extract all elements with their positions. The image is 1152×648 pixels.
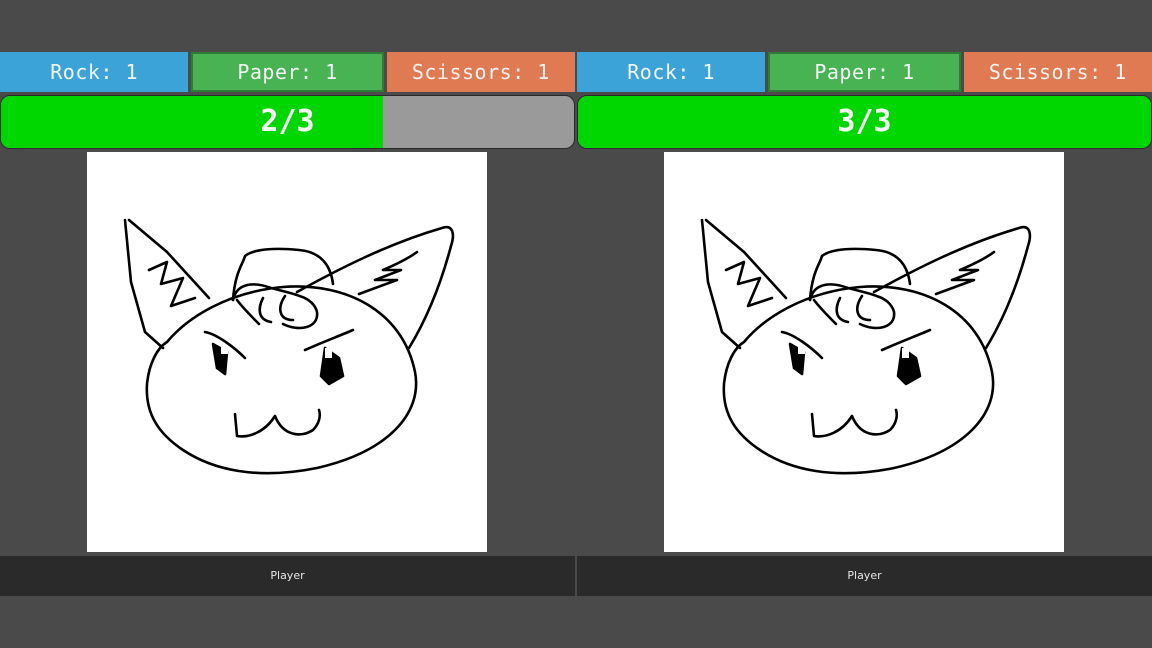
paper-count: Paper: 1	[191, 52, 384, 92]
cat-face-doodle-icon	[700, 218, 1032, 475]
paper-count: Paper: 1	[768, 52, 961, 92]
choice-counts: Rock: 1 Paper: 1 Scissors: 1	[0, 52, 575, 92]
scissors-count: Scissors: 1	[386, 52, 575, 92]
choice-counts: Rock: 1 Paper: 1 Scissors: 1	[577, 52, 1152, 92]
cat-face-doodle-icon	[123, 218, 455, 475]
progress-text: 3/3	[837, 104, 892, 139]
scissors-count: Scissors: 1	[963, 52, 1152, 92]
drawing-canvas[interactable]	[87, 152, 487, 552]
player-panel-left: Rock: 1 Paper: 1 Scissors: 1 2/3 Player	[0, 52, 575, 596]
progress-bar: 2/3	[0, 95, 575, 149]
player-name-bar: Player	[0, 556, 575, 596]
drawing-canvas[interactable]	[664, 152, 1064, 552]
game-screen: Rock: 1 Paper: 1 Scissors: 1 2/3 Player …	[0, 0, 1152, 648]
rock-count: Rock: 1	[0, 52, 189, 92]
player-panel-right: Rock: 1 Paper: 1 Scissors: 1 3/3 Player	[577, 52, 1152, 596]
progress-text: 2/3	[260, 104, 315, 139]
progress-bar: 3/3	[577, 95, 1152, 149]
rock-count: Rock: 1	[577, 52, 766, 92]
player-name-bar: Player	[577, 556, 1152, 596]
